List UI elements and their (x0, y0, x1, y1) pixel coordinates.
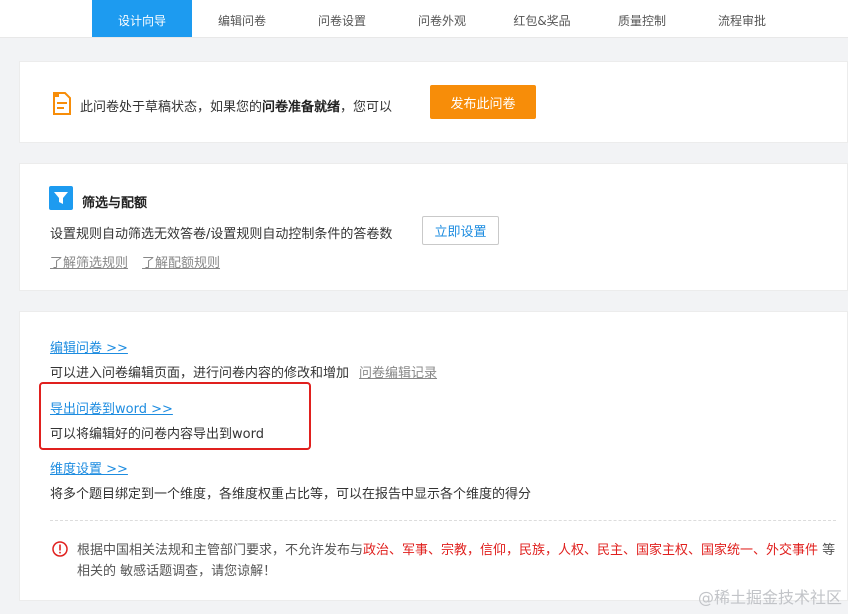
draft-status-text: 此问卷处于草稿状态，如果您的问卷准备就绪，您可以 (80, 100, 393, 115)
shield-icon (632, 0, 652, 6)
divider (50, 520, 836, 521)
dimension-settings-link[interactable]: 维度设置 >> (50, 458, 128, 477)
filter-quota-card: 筛选与配额 设置规则自动筛选无效答卷/设置规则自动控制条件的答卷数 立即设置 了… (19, 163, 848, 291)
watermark: @稀土掘金技术社区 (697, 588, 842, 607)
publish-button[interactable]: 发布此问卷 (430, 85, 536, 119)
funnel-icon (49, 186, 73, 210)
compliance-notice: 根据中国相关法规和主管部门要求，不允许发布与政治、军事、宗教，信仰，民族，人权、… (77, 543, 836, 579)
document-icon (53, 92, 71, 115)
tab-survey-settings[interactable]: 问卷设置 (292, 0, 392, 37)
quota-rules-link[interactable]: 了解配额规则 (142, 252, 220, 271)
export-word-link[interactable]: 导出问卷到word >> (50, 398, 173, 417)
approval-icon (732, 0, 752, 6)
setup-now-button[interactable]: 立即设置 (422, 216, 499, 245)
filter-rules-link[interactable]: 了解筛选规则 (50, 252, 128, 271)
design-wizard-icon (132, 0, 152, 6)
survey-actions-card: 编辑问卷 >> 可以进入问卷编辑页面，进行问卷内容的修改和增加 问卷编辑记录 导出… (19, 311, 848, 601)
draft-status-card: 此问卷处于草稿状态，如果您的问卷准备就绪，您可以 发布此问卷 (19, 61, 848, 143)
edit-history-link[interactable]: 问卷编辑记录 (359, 366, 437, 381)
tab-survey-appearance[interactable]: 问卷外观 (392, 0, 492, 37)
tab-approval[interactable]: 流程审批 (692, 0, 792, 37)
dimension-settings-desc: 将多个题目绑定到一个维度，各维度权重占比等，可以在报告中显示各个维度的得分 (50, 487, 532, 502)
warning-icon (52, 541, 68, 557)
edit-survey-link[interactable]: 编辑问卷 >> (50, 337, 128, 356)
export-word-desc: 可以将编辑好的问卷内容导出到word (50, 427, 264, 442)
filter-description: 设置规则自动筛选无效答卷/设置规则自动控制条件的答卷数 (50, 227, 393, 242)
tab-rewards[interactable]: 红包&奖品 (492, 0, 592, 37)
filter-title: 筛选与配额 (82, 196, 148, 211)
tab-edit-survey[interactable]: 编辑问卷 (192, 0, 292, 37)
tab-quality-control[interactable]: 质量控制 (592, 0, 692, 37)
edit-survey-desc: 可以进入问卷编辑页面，进行问卷内容的修改和增加 问卷编辑记录 (50, 366, 438, 381)
tab-design-wizard[interactable]: 设计向导 (92, 0, 192, 37)
top-nav: 设计向导 编辑问卷 问卷设置 问卷外观 红包&奖品 质量控制 流程审批 (0, 0, 848, 38)
